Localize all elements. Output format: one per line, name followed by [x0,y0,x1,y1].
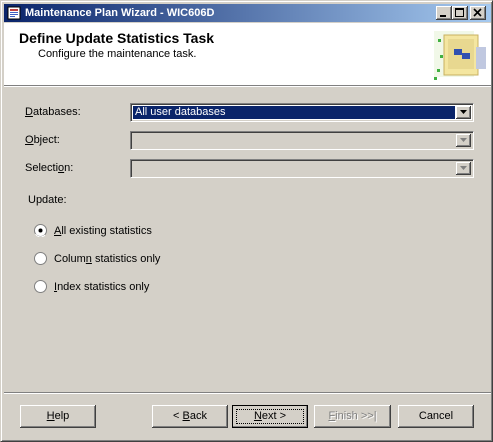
radio-label-column-statistics-only[interactable]: Column statistics only [54,253,160,265]
wizard-header: Define Update Statistics Task Configure … [4,23,491,85]
chevron-down-icon [460,110,467,114]
databases-dropdown[interactable]: All user databases [130,103,474,122]
radio-label-index-statistics-only[interactable]: Index statistics only [54,281,149,293]
opt2-post: ndex statistics only [57,281,150,293]
back-post: ack [189,410,207,422]
databases-dropdown-button[interactable] [456,106,471,119]
finish-button[interactable]: Finish >>| [314,405,391,428]
title-bar[interactable]: Maintenance Plan Wizard - WIC606D [4,4,491,22]
chevron-down-icon [460,138,467,142]
wizard-app-icon [7,6,21,20]
help-post: elp [54,410,70,422]
next-button[interactable]: Next > [232,405,308,428]
databases-label: Databases: [25,106,81,118]
cancel-label: Cancel [418,410,454,422]
radio-index-statistics-only[interactable] [34,280,47,293]
update-label: Update: [28,194,67,206]
radio-label-all-existing-statistics[interactable]: All existing statistics [54,225,152,237]
radio-column-statistics-only[interactable] [34,252,47,265]
opt1-post: statistics only [91,253,161,265]
selection-label-post: n: [64,162,74,174]
footer-divider-highlight [4,393,491,394]
header-divider-highlight [4,86,491,87]
databases-label-post: atabases: [32,106,81,118]
object-label-post: bject: [33,134,60,146]
back-pre: < [173,410,183,422]
help-key: H [46,410,55,422]
window-title: Maintenance Plan Wizard - WIC606D [25,7,215,19]
object-label: Object: [25,134,60,146]
wizard-graphic-icon [434,31,486,80]
selection-label-pre: Selecti [25,162,59,174]
selection-label: Selection: [25,162,73,174]
focus-rectangle [236,409,304,424]
help-button[interactable]: Help [20,405,96,428]
wizard-window: Maintenance Plan Wizard - WIC606D Define… [0,0,493,442]
back-button[interactable]: < Back [152,405,228,428]
maximize-icon [455,8,464,17]
radio-all-existing-statistics[interactable] [34,224,47,237]
selection-dropdown-button[interactable] [456,162,471,175]
back-key: B [182,410,190,422]
finish-post: inish >>| [335,410,377,422]
page-title: Define Update Statistics Task [19,30,215,46]
object-label-key: O [25,134,34,146]
opt1-pre: Colum [54,253,86,265]
databases-selected-value: All user databases [133,106,455,119]
chevron-down-icon [460,166,467,170]
close-button[interactable] [470,6,486,20]
opt0-post: ll existing statistics [61,225,152,237]
selection-dropdown[interactable] [130,159,474,178]
minimize-button[interactable] [436,6,452,20]
cancel-button[interactable]: Cancel [398,405,474,428]
object-dropdown[interactable] [130,131,474,150]
databases-label-key: D [25,106,33,118]
page-subtitle: Configure the maintenance task. [38,48,197,60]
minimize-icon [440,15,446,17]
maximize-button[interactable] [452,6,468,20]
object-dropdown-button[interactable] [456,134,471,147]
close-icon [473,8,482,17]
